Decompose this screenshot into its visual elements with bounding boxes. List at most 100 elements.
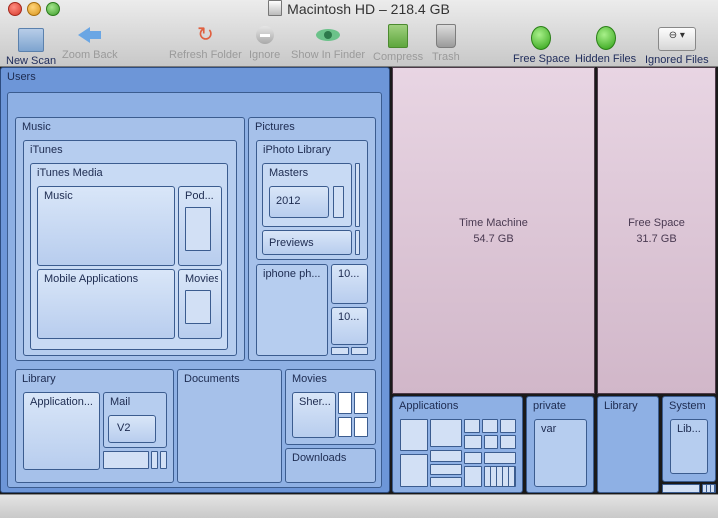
treemap-itunes-music[interactable]: Music [37, 186, 175, 266]
ignored-files-popup-icon: ⊖ ▾ [657, 27, 696, 51]
treemap-folder-10b[interactable]: 10... [331, 307, 368, 345]
treemap-label: Applications [399, 400, 459, 412]
treemap-file[interactable] [500, 419, 516, 433]
treemap-view: Users Music iTunes iTunes Media Music Po… [0, 67, 718, 494]
treemap-user-movies[interactable]: Movies Sher... [285, 369, 376, 445]
treemap-file[interactable] [351, 347, 368, 355]
treemap-file[interactable] [662, 484, 700, 493]
zoom-back-button[interactable]: Zoom Back [62, 24, 118, 61]
treemap-label: 10... [338, 311, 360, 323]
document-icon[interactable] [354, 392, 368, 414]
back-arrow-icon [77, 24, 102, 46]
treemap-itunes-media[interactable]: iTunes Media Music Pod... Mobile Applica… [30, 163, 228, 350]
treemap-file[interactable] [484, 435, 498, 449]
treemap-file[interactable] [464, 435, 482, 449]
treemap-file[interactable] [160, 451, 167, 469]
treemap-file[interactable] [464, 466, 482, 487]
treemap-label: Masters [269, 167, 309, 179]
trash-label: Trash [432, 51, 460, 63]
ignore-icon [255, 24, 275, 46]
treemap-file[interactable] [464, 419, 480, 433]
treemap-file[interactable] [333, 186, 344, 218]
treemap-masters[interactable]: Masters 2012 [262, 163, 352, 227]
treemap-private[interactable]: private var [526, 396, 594, 493]
treemap-mobile-applications[interactable]: Mobile Applications [37, 269, 175, 339]
green-status-icon [531, 26, 552, 50]
treemap-user-home[interactable]: Music iTunes iTunes Media Music Pod... M… [7, 92, 382, 488]
treemap-label: Music [44, 190, 73, 202]
treemap-file[interactable] [430, 419, 462, 447]
treemap-library[interactable]: Library [597, 396, 659, 493]
document-icon[interactable] [338, 392, 352, 414]
free-space-toggle[interactable]: Free Space [513, 24, 570, 65]
treemap-file[interactable] [400, 454, 428, 487]
treemap-mail[interactable]: Mail V2 [103, 392, 167, 448]
ignored-files-menu[interactable]: ⊖ ▾ Ignored Files [645, 24, 709, 66]
treemap-label: Lib... [677, 423, 701, 435]
treemap-label: Pod... [185, 190, 214, 202]
treemap-label: Music [22, 121, 51, 133]
treemap-user-library[interactable]: Library Application... Mail V2 [15, 369, 174, 483]
treemap-itunes-movies[interactable]: Movies [178, 269, 222, 339]
compress-icon [388, 24, 409, 48]
ignore-button[interactable]: Ignore [249, 24, 280, 61]
treemap-label: Library [604, 400, 638, 412]
treemap-applications[interactable]: Applications [392, 396, 523, 493]
treemap-free-space[interactable]: Free Space 31.7 GB [597, 67, 716, 394]
treemap-users[interactable]: Users Music iTunes iTunes Media Music Po… [0, 67, 390, 493]
treemap-label: 2012 [276, 195, 301, 207]
treemap-file[interactable] [430, 464, 462, 475]
treemap-sher[interactable]: Sher... [292, 392, 336, 438]
treemap-file[interactable] [702, 484, 716, 493]
treemap-file[interactable] [185, 207, 211, 251]
document-icon[interactable] [338, 417, 352, 437]
trash-icon [435, 24, 456, 48]
hidden-files-toggle[interactable]: Hidden Files [575, 24, 636, 65]
hard-disk-icon [268, 0, 283, 16]
treemap-file[interactable] [151, 451, 158, 469]
treemap-itunes[interactable]: iTunes iTunes Media Music Pod... Mobile … [23, 140, 237, 356]
refresh-folder-button[interactable]: ↻ Refresh Folder [169, 24, 242, 61]
treemap-file[interactable] [430, 450, 462, 462]
trash-button[interactable]: Trash [432, 24, 460, 63]
treemap-pictures[interactable]: Pictures iPhoto Library Masters 2012 Pre… [248, 117, 376, 361]
folder-icon [18, 28, 45, 52]
treemap-file[interactable] [430, 477, 462, 487]
treemap-documents[interactable]: Documents [177, 369, 282, 483]
treemap-iphone-photos[interactable]: iphone ph... [256, 264, 328, 356]
treemap-iphoto-library[interactable]: iPhoto Library Masters 2012 Previews [256, 140, 368, 260]
show-in-finder-button[interactable]: Show In Finder [291, 24, 365, 61]
treemap-podcasts[interactable]: Pod... [178, 186, 222, 266]
window-title-bar: Macintosh HD – 218.4 GB [0, 0, 718, 18]
treemap-label: Documents [184, 373, 240, 385]
treemap-downloads[interactable]: Downloads [285, 448, 376, 483]
treemap-file[interactable] [484, 466, 516, 487]
treemap-label: iPhoto Library [263, 144, 331, 156]
treemap-label: 10... [338, 268, 360, 280]
treemap-application-support[interactable]: Application... [23, 392, 100, 470]
treemap-time-machine[interactable]: Time Machine 54.7 GB [392, 67, 595, 394]
treemap-file[interactable] [103, 451, 149, 469]
treemap-system[interactable]: System Lib... [662, 396, 716, 482]
document-icon[interactable] [354, 417, 368, 437]
treemap-file[interactable] [400, 419, 428, 451]
treemap-file[interactable] [331, 347, 349, 355]
treemap-file[interactable] [355, 230, 360, 255]
treemap-file[interactable] [185, 290, 211, 324]
treemap-file[interactable] [500, 435, 516, 449]
compress-button[interactable]: Compress [373, 24, 423, 63]
treemap-var[interactable]: var [534, 419, 587, 487]
treemap-file[interactable] [484, 452, 516, 464]
treemap-folder-10a[interactable]: 10... [331, 264, 368, 304]
treemap-file[interactable] [464, 452, 482, 464]
treemap-file[interactable] [355, 163, 360, 227]
treemap-label: var [541, 423, 557, 435]
treemap-system-library[interactable]: Lib... [670, 419, 708, 474]
treemap-2012[interactable]: 2012 [269, 186, 329, 218]
treemap-mail-v2[interactable]: V2 [108, 415, 156, 443]
treemap-previews[interactable]: Previews [262, 230, 352, 255]
treemap-music[interactable]: Music iTunes iTunes Media Music Pod... M… [15, 117, 245, 361]
treemap-file[interactable] [482, 419, 498, 433]
new-scan-button[interactable]: New Scan [6, 24, 56, 67]
refresh-folder-label: Refresh Folder [169, 49, 242, 61]
